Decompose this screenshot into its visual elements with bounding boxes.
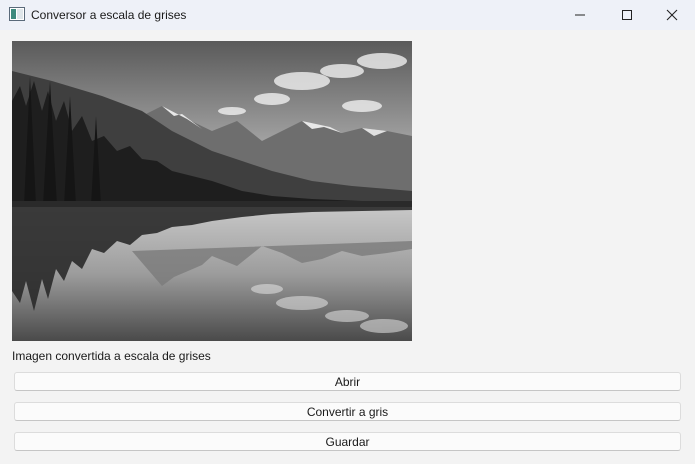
window-title: Conversor a escala de grises [31,8,187,22]
save-button[interactable]: Guardar [14,432,681,451]
status-label: Imagen convertida a escala de grises [12,349,211,363]
close-button[interactable] [649,0,695,30]
minimize-button[interactable] [557,0,603,30]
convert-to-gray-button[interactable]: Convertir a gris [14,402,681,421]
landscape-photo [12,41,412,341]
open-button[interactable]: Abrir [14,372,681,391]
maximize-button[interactable] [604,0,650,30]
app-icon [9,7,25,21]
maximize-icon [622,10,632,20]
minimize-icon [575,14,585,16]
grayscale-image [12,41,412,341]
close-icon [666,9,678,21]
title-bar: Conversor a escala de grises [0,0,695,30]
